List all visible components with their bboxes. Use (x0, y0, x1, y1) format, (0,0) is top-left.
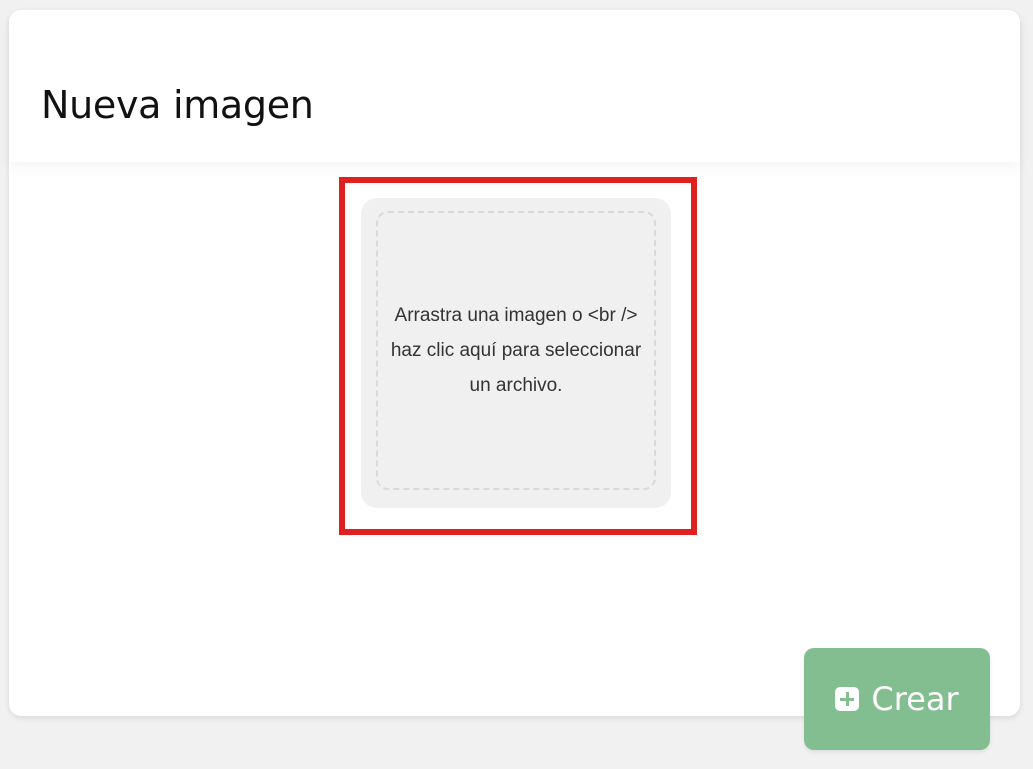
image-dropzone[interactable]: Arrastra una imagen o <br /> haz clic aq… (361, 198, 671, 508)
card-header: Nueva imagen (9, 10, 1020, 162)
dropzone-dashed-area[interactable]: Arrastra una imagen o <br /> haz clic aq… (376, 211, 656, 490)
create-button[interactable]: Crear (804, 648, 990, 750)
plus-square-icon (835, 687, 860, 711)
create-button-label: Crear (871, 680, 959, 718)
page-title: Nueva imagen (41, 83, 314, 127)
dropzone-instructions: Arrastra una imagen o <br /> haz clic aq… (390, 305, 642, 396)
